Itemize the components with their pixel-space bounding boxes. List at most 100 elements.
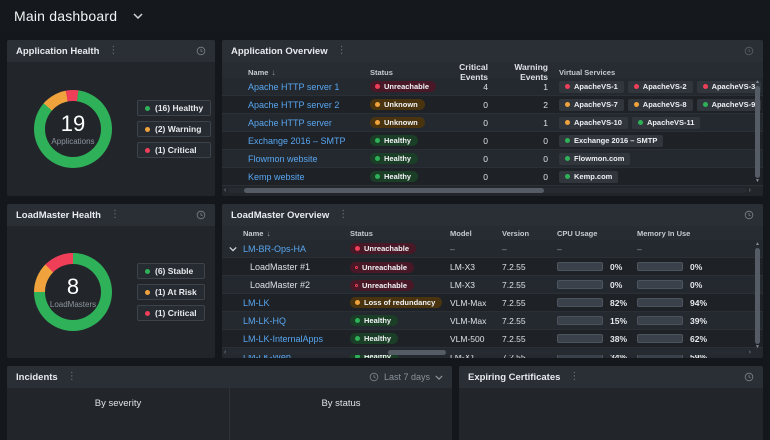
virtual-service-chip[interactable]: Exchange 2016 – SMTP <box>559 134 664 147</box>
scrollbar-thumb[interactable] <box>388 350 447 355</box>
dashboard-selector[interactable]: Main dashboard <box>14 8 143 24</box>
application-health-donut: 19 Applications <box>34 90 112 168</box>
collapse-chevron-icon[interactable] <box>229 246 237 251</box>
scroll-left-icon[interactable]: ‹ <box>224 349 226 356</box>
legend-item-at-risk[interactable]: (1) At Risk <box>137 284 205 300</box>
scroll-up-icon[interactable]: ▲ <box>755 242 760 247</box>
application-health-legend: (16) Healthy (2) Warning (1) Critical <box>137 100 212 158</box>
service-state-dot-icon <box>565 120 570 125</box>
vertical-scrollbar[interactable]: ▲ ▼ <box>753 242 762 350</box>
service-state-dot-icon <box>565 102 570 107</box>
loadmaster-link[interactable]: LM-LK <box>243 298 270 308</box>
scroll-left-icon[interactable]: ‹ <box>224 187 226 194</box>
incidents-by-status: By status <box>230 388 452 440</box>
legend-item-stable[interactable]: (6) Stable <box>137 263 205 279</box>
virtual-service-chip[interactable]: ApacheVS-9 <box>696 98 762 111</box>
panel-header: LoadMaster Overview ⋮ <box>222 204 763 226</box>
legend-label: (1) At Risk <box>155 287 197 297</box>
virtual-service-chip[interactable]: Kemp.com <box>559 170 619 183</box>
virtual-services-list: Exchange 2016 – SMTP <box>550 134 763 147</box>
service-state-dot-icon <box>633 102 639 107</box>
virtual-service-chip[interactable]: ApacheVS-3 <box>696 80 762 93</box>
legend-item-warning[interactable]: (2) Warning <box>137 121 212 137</box>
virtual-service-chip[interactable]: ApacheVS-1 <box>559 80 624 93</box>
horizontal-scrollbar[interactable]: ‹ › <box>224 349 751 356</box>
virtual-service-chip[interactable]: Flowmon.com <box>559 152 631 165</box>
virtual-services-list: ApacheVS-10 ApacheVS-11 <box>550 116 763 129</box>
version-value: 7.2.55 <box>502 333 526 344</box>
application-link[interactable]: Apache HTTP server <box>248 118 332 128</box>
scroll-down-icon[interactable]: ▼ <box>755 179 760 184</box>
loadmaster-link[interactable]: LM-LK-HQ <box>243 316 286 326</box>
legend-item-healthy[interactable]: (16) Healthy <box>137 100 212 116</box>
column-header-name[interactable]: Name ↓ <box>222 68 370 77</box>
loadmaster-overview-table: Name ↓ Status Model Version CPU Usage Mem… <box>222 226 763 358</box>
sort-descending-icon: ↓ <box>266 228 271 238</box>
critical-events-count: 0 <box>483 153 488 164</box>
virtual-service-chip[interactable]: ApacheVS-11 <box>631 116 701 129</box>
application-link[interactable]: Apache HTTP server 2 <box>248 100 339 110</box>
service-state-dot-icon <box>702 84 708 89</box>
status-dot-icon <box>355 318 360 323</box>
critical-events-count: 0 <box>483 99 488 110</box>
model-value: VLM-500 <box>450 333 485 344</box>
status-badge: Unreachable <box>350 279 415 291</box>
status-badge: Loss of redundancy <box>350 297 443 308</box>
virtual-service-chip[interactable]: ApacheVS-7 <box>559 98 624 111</box>
panel-header: LoadMaster Health ⋮ <box>7 204 215 226</box>
legend-item-critical[interactable]: (1) Critical <box>137 142 212 158</box>
scroll-up-icon[interactable]: ▲ <box>755 80 760 85</box>
status-badge: Healthy <box>350 315 399 326</box>
application-link[interactable]: Apache HTTP server 1 <box>248 82 339 92</box>
application-overview-panel: Application Overview ⋮ Name ↓ Status Crit… <box>222 40 763 196</box>
virtual-service-chip[interactable]: ApacheVS-8 <box>627 98 693 111</box>
kebab-menu-icon[interactable]: ⋮ <box>567 372 581 382</box>
memory-in-use-bar <box>637 334 683 343</box>
time-range-selector[interactable]: Last 7 days <box>369 372 443 382</box>
cpu-usage-value: 0% <box>610 261 623 272</box>
status-dot-icon <box>355 265 358 269</box>
virtual-service-chip[interactable]: ApacheVS-2 <box>627 80 693 93</box>
loadmaster-unit-name: LoadMaster #1 <box>250 261 311 272</box>
scrollbar-track[interactable] <box>228 350 747 355</box>
horizontal-scrollbar[interactable]: ‹ › <box>224 187 751 194</box>
warning-dot-icon <box>145 126 150 132</box>
scrollbar-thumb[interactable] <box>755 86 760 178</box>
kebab-menu-icon[interactable]: ⋮ <box>335 46 349 56</box>
table-row: LoadMaster #1 Unreachable LM-X3 7.2.55 0… <box>222 258 763 276</box>
virtual-services-list: Kemp.com <box>550 170 763 183</box>
application-link[interactable]: Exchange 2016 – SMTP <box>248 136 346 146</box>
scroll-right-icon[interactable]: › <box>749 187 751 194</box>
model-value: LM-X3 <box>450 279 476 290</box>
service-state-dot-icon <box>702 102 708 107</box>
chevron-down-icon <box>133 13 143 19</box>
cpu-usage-cell: 38% <box>557 334 637 344</box>
loadmaster-link[interactable]: LM-BR-Ops-HA <box>243 244 306 254</box>
scrollbar-thumb[interactable] <box>244 188 545 193</box>
panel-title: Expiring Certificates <box>468 371 561 383</box>
clock-icon <box>369 372 379 382</box>
application-link[interactable]: Flowmon website <box>248 154 318 164</box>
scrollbar-thumb[interactable] <box>755 248 760 344</box>
kebab-menu-icon[interactable]: ⋮ <box>336 210 350 220</box>
scroll-down-icon[interactable]: ▼ <box>755 345 760 350</box>
column-header-name[interactable]: Name ↓ <box>222 229 350 238</box>
virtual-service-chip[interactable]: ApacheVS-10 <box>559 116 628 129</box>
model-value: VLM-Max <box>450 297 487 308</box>
status-badge: Unknown <box>370 99 425 110</box>
table-row: LM-LK Loss of redundancy VLM-Max 7.2.55 … <box>222 294 763 312</box>
loadmaster-link[interactable]: LM-LK-InternalApps <box>243 334 323 344</box>
kebab-menu-icon[interactable]: ⋮ <box>65 372 79 382</box>
scroll-right-icon[interactable]: › <box>749 349 751 356</box>
scrollbar-track[interactable] <box>228 188 747 193</box>
expiring-certificates-panel: Expiring Certificates ⋮ <box>459 366 763 440</box>
kebab-menu-icon[interactable]: ⋮ <box>106 46 120 56</box>
legend-item-critical[interactable]: (1) Critical <box>137 305 205 321</box>
vertical-scrollbar[interactable]: ▲ ▼ <box>753 80 762 184</box>
table-row: LM-BR-Ops-HA Unreachable – – – – <box>222 240 763 258</box>
column-header-status: Status <box>350 228 373 238</box>
kebab-menu-icon[interactable]: ⋮ <box>108 210 122 220</box>
table-row: Exchange 2016 – SMTP Healthy 0 0 Exchang… <box>222 132 763 150</box>
application-link[interactable]: Kemp website <box>248 172 305 182</box>
warning-events-count: 0 <box>543 135 548 146</box>
